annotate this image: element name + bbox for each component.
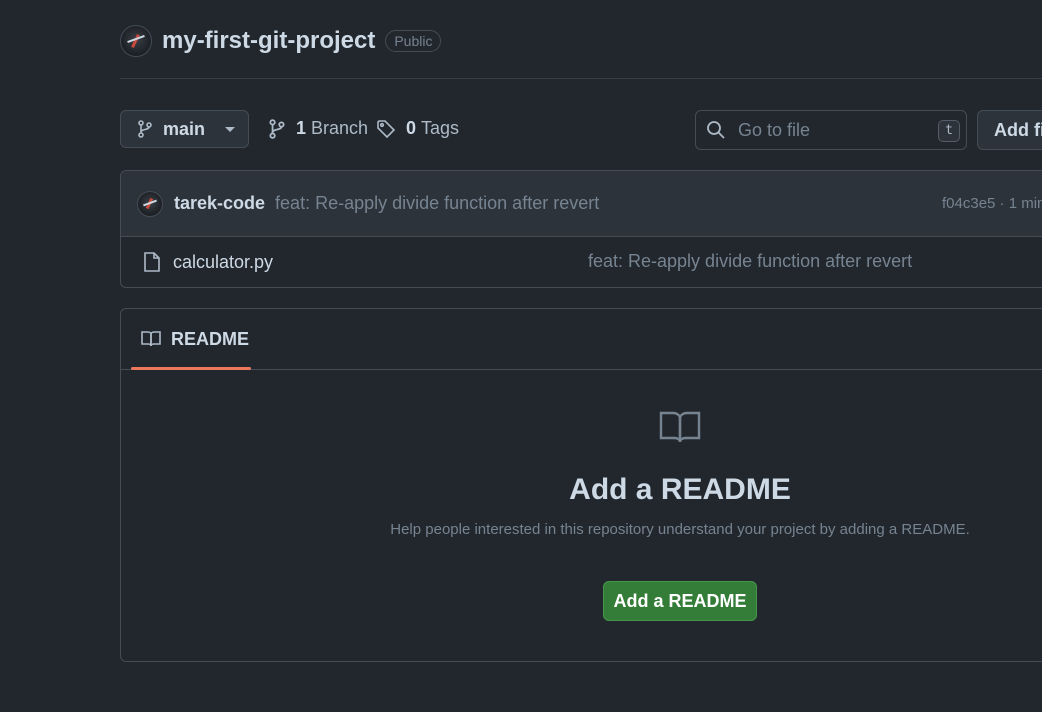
repository-page: my-first-git-project Public main 1 Branc… (0, 0, 1042, 712)
file-name[interactable]: calculator.py (173, 252, 273, 273)
tags-label: Tags (421, 118, 460, 138)
tag-icon (376, 119, 396, 139)
go-to-file-search: t (695, 110, 967, 150)
commit-message[interactable]: feat: Re-apply divide function after rev… (275, 193, 599, 214)
commit-author-avatar[interactable] (137, 190, 163, 217)
branches-link[interactable]: 1 Branch (268, 118, 368, 139)
file-commit-message[interactable]: feat: Re-apply divide function after rev… (588, 251, 912, 272)
file-icon (143, 251, 161, 273)
visibility-badge: Public (385, 30, 442, 52)
chevron-down-icon (225, 126, 236, 132)
branches-count: 1 (296, 118, 307, 138)
add-file-button[interactable]: Add file (977, 110, 1042, 150)
book-icon (659, 409, 701, 445)
tags-link[interactable]: 0 Tags (376, 118, 459, 139)
owner-avatar[interactable] (120, 25, 152, 57)
book-icon (141, 330, 161, 348)
latest-commit-row: tarek-code feat: Re-apply divide functio… (121, 171, 1042, 237)
blank-state-description: Help people interested in this repositor… (390, 521, 970, 538)
tab-readme-label: README (171, 328, 250, 349)
commit-hash-time[interactable]: f04c3e5 · 1 minute ago (942, 195, 1042, 212)
keyboard-shortcut-hint: t (938, 120, 960, 142)
readme-panel: README Add a README Help people interest… (120, 308, 1042, 662)
current-branch-label: main (163, 118, 206, 139)
branch-selector-button[interactable]: main (120, 110, 249, 148)
active-tab-underline (131, 367, 251, 370)
list-item[interactable]: calculator.py feat: Re-apply divide func… (121, 237, 1042, 287)
go-to-file-input[interactable] (736, 118, 930, 142)
branches-label: Branch (311, 118, 369, 138)
repo-header: my-first-git-project Public (120, 22, 442, 60)
repo-name[interactable]: my-first-git-project (162, 27, 375, 55)
tags-count: 0 (406, 118, 417, 138)
add-readme-button[interactable]: Add a README (603, 581, 757, 621)
git-branch-icon (137, 120, 153, 138)
commit-author[interactable]: tarek-code (174, 193, 265, 214)
blank-state-title: Add a README (569, 473, 791, 506)
header-divider (120, 78, 1042, 79)
tab-readme[interactable]: README (131, 309, 251, 370)
git-branch-icon (268, 118, 286, 139)
readme-tabbar: README (121, 309, 1042, 370)
search-icon (706, 120, 726, 140)
file-listing: tarek-code feat: Re-apply divide functio… (120, 170, 1042, 288)
